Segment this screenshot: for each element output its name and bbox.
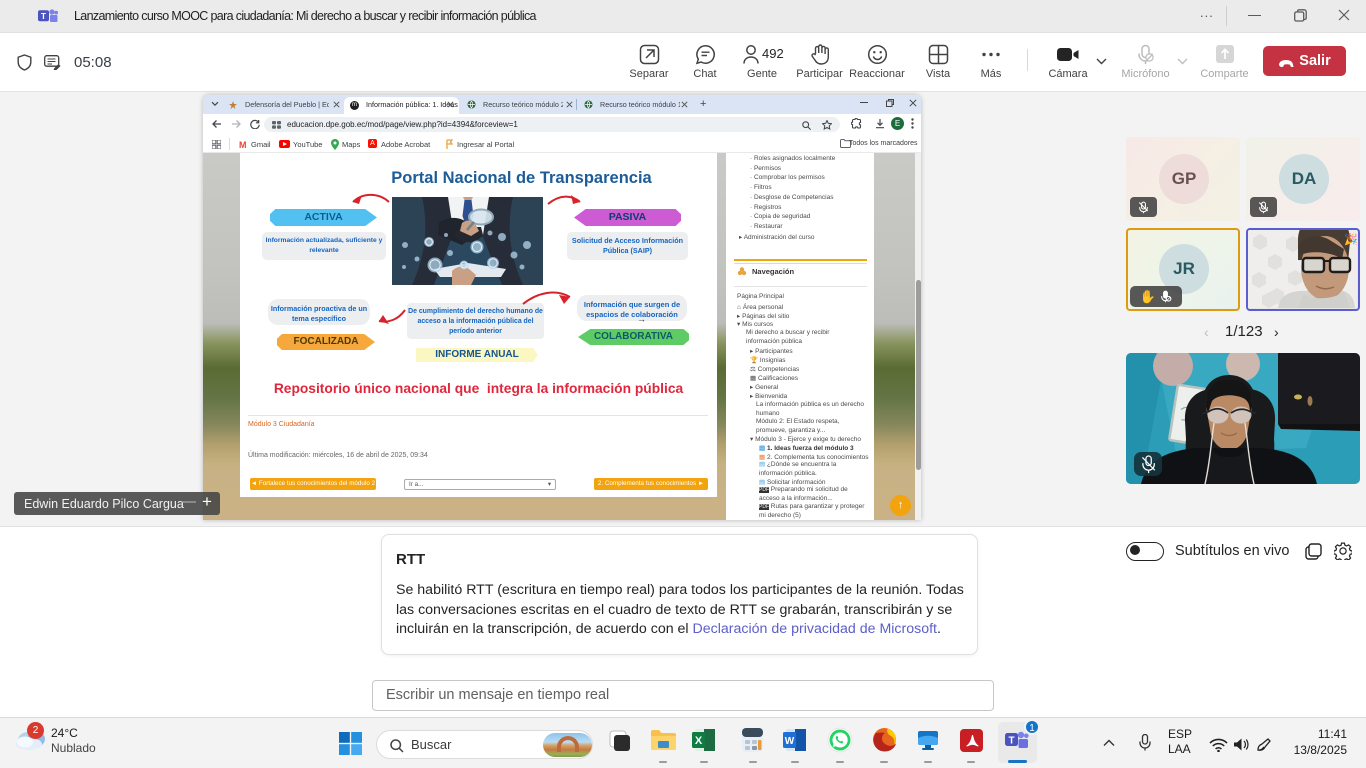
svg-text:T: T (41, 11, 47, 21)
svg-text:🎉: 🎉 (1344, 233, 1357, 246)
